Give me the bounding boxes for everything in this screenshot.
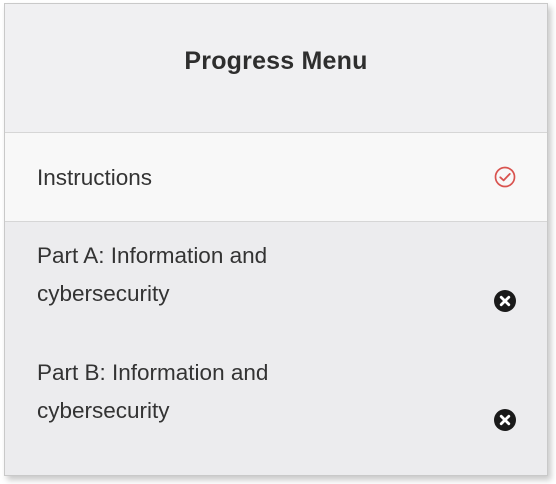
times-circle-icon [494,409,516,431]
times-circle-icon [494,290,516,312]
menu-item-part-a[interactable]: Part A: Information and cybersecurity [5,222,547,341]
check-circle-icon [494,166,516,188]
progress-menu-title: Progress Menu [184,46,368,75]
progress-menu-panel: Progress Menu Instructions Part A: Infor… [4,3,548,476]
menu-item-label: Instructions [37,165,153,190]
menu-item-part-b[interactable]: Part B: Information and cybersecurity [5,341,547,460]
progress-menu-header: Progress Menu [5,4,547,133]
menu-item-instructions[interactable]: Instructions [5,133,547,222]
progress-menu-list: Instructions Part A: Information and cyb… [5,133,547,460]
menu-item-label: Part A: Information and cybersecurity [37,243,268,306]
menu-item-label: Part B: Information and cybersecurity [37,360,269,423]
